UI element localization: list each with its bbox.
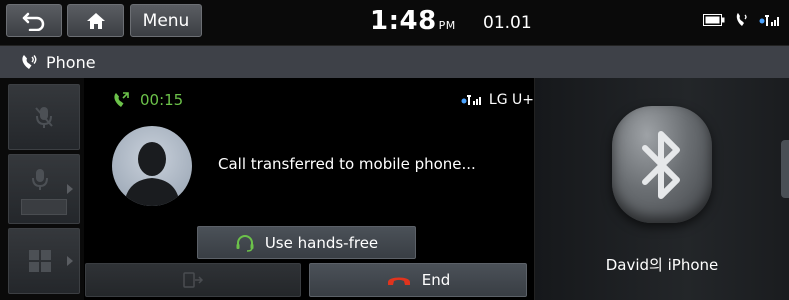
side-panel-handle[interactable] (781, 140, 789, 198)
battery-icon (703, 14, 725, 26)
carrier-name: LG U+ (488, 92, 534, 108)
keypad-icon (29, 250, 51, 272)
mute-button[interactable] (8, 84, 80, 150)
connected-device-name: David의 iPhone (605, 256, 719, 274)
bluetooth-icon (642, 130, 680, 199)
call-icon (114, 92, 129, 107)
phone-title-icon (20, 53, 38, 71)
expand-arrow-icon (67, 256, 73, 266)
menu-button[interactable]: Menu (130, 4, 202, 37)
carrier-info: LG U+ (461, 92, 534, 108)
volume-level-bar (21, 199, 67, 215)
expand-arrow-icon (67, 184, 73, 194)
home-icon (86, 12, 105, 29)
signal-icon (461, 95, 481, 105)
back-arrow-icon (22, 12, 45, 31)
end-call-label: End (421, 271, 451, 289)
call-timer: 00:15 (112, 91, 183, 109)
person-silhouette-icon (124, 142, 180, 206)
voice-volume-icon (32, 169, 48, 190)
avatar (112, 126, 192, 206)
headset-icon (236, 234, 254, 252)
end-call-icon (387, 277, 410, 285)
page-title: Phone (46, 52, 96, 72)
home-button[interactable] (67, 4, 124, 37)
disabled-transfer-button[interactable] (85, 263, 301, 297)
clock-time: 1:48 (370, 6, 437, 36)
back-button[interactable] (6, 4, 62, 37)
clock: 1:48 PM (370, 6, 456, 36)
mic-mute-icon (35, 107, 53, 128)
voice-volume-button[interactable] (8, 154, 80, 224)
bluetooth-logo (612, 106, 712, 223)
status-icons (703, 12, 781, 28)
phone-status-icon (736, 13, 747, 26)
hands-free-label: Use hands-free (264, 233, 379, 252)
signal-icon (759, 15, 779, 26)
use-hands-free-button[interactable]: Use hands-free (197, 226, 416, 259)
call-status-text: Call transferred to mobile phone... (218, 155, 476, 173)
keypad-button[interactable] (8, 228, 80, 294)
end-call-button[interactable]: End (309, 263, 527, 297)
call-duration: 00:15 (140, 91, 184, 109)
title-bar: Phone (0, 46, 789, 78)
date: 01.01 (483, 13, 532, 33)
top-status-bar: Menu 1:48 PM 01.01 (0, 0, 789, 46)
call-controls-sidebar (0, 78, 84, 300)
phone-transfer-icon (183, 272, 204, 288)
call-panel: 00:15 LG U+ Call transferred to mobile p… (84, 78, 534, 300)
clock-ampm: PM (438, 19, 456, 32)
bluetooth-device-panel: David의 iPhone (535, 78, 789, 300)
